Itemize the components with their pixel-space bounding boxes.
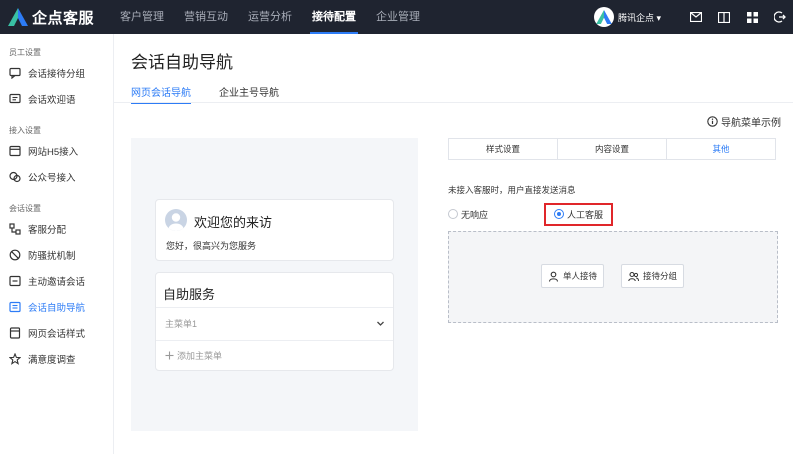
nav-customer-management[interactable]: 客户管理 (110, 0, 174, 34)
info-icon (707, 116, 718, 127)
logo-text: 企点客服 (32, 9, 95, 27)
sidebar-item-session-groups[interactable]: 会话接待分组 (0, 60, 113, 86)
survey-icon (9, 353, 21, 365)
settings-segmented-tabs: 样式设置 内容设置 其他 (448, 138, 776, 160)
radio-label: 人工客服 (567, 209, 604, 220)
sidebar-item-label: 会话接待分组 (28, 69, 86, 80)
sidebar-item-anti-harassment[interactable]: 防骚扰机制 (0, 242, 113, 268)
sidebar-item-label: 客服分配 (28, 225, 67, 236)
response-radio-group: 无响应 人工客服 (448, 202, 614, 226)
agent-avatar (165, 209, 187, 231)
tab-content-settings[interactable]: 内容设置 (558, 139, 667, 159)
unconnected-behavior-description: 未接入客服时，用户直接发送消息 (448, 185, 576, 195)
sidebar-item-label: 网页会话样式 (28, 329, 86, 340)
radio-label: 无响应 (461, 209, 489, 220)
sidebar-group-session: 会话设置 (9, 204, 41, 213)
welcome-icon (9, 93, 21, 105)
wechat-icon (9, 171, 21, 183)
navigation-preview-panel: 欢迎您的来访 您好，很高兴为您服务 自助服务 主菜单1 添加主菜单 (131, 138, 418, 431)
radio-no-response[interactable]: 无响应 (448, 208, 488, 221)
chevron-down-icon (377, 321, 384, 326)
user-icon (548, 271, 559, 282)
sidebar-item-satisfaction-survey[interactable]: 满意度调查 (0, 346, 113, 372)
single-agent-button[interactable]: 单人接待 (541, 264, 605, 288)
user-name[interactable]: 腾讯企点 ▾ (618, 11, 661, 24)
tab-style-settings[interactable]: 样式设置 (449, 139, 558, 159)
sidebar-item-label: 网站H5接入 (28, 147, 79, 158)
agent-group-button[interactable]: 接待分组 (621, 264, 685, 288)
tab-web-session-navigation[interactable]: 网页会话导航 (131, 84, 191, 104)
sidebar-item-label: 会话自助导航 (28, 303, 86, 314)
single-agent-label: 单人接待 (563, 271, 598, 281)
main-menu-item[interactable]: 主菜单1 (165, 317, 385, 333)
self-service-card: 自助服务 主菜单1 添加主菜单 (155, 272, 394, 371)
company-logo-icon (596, 10, 612, 24)
add-main-menu-label: 添加主菜单 (177, 351, 223, 361)
page-tabs: 网页会话导航 企业主号导航 (131, 84, 307, 104)
sidebar-group-staff: 员工设置 (9, 48, 41, 57)
divider (156, 340, 393, 341)
agent-target-area: 单人接待 接待分组 (448, 231, 778, 323)
sidebar-item-proactive-invite[interactable]: 主动邀请会话 (0, 268, 113, 294)
nav-reception-config[interactable]: 接待配置 (302, 0, 366, 34)
top-right-tools: 腾讯企点 ▾ (593, 0, 787, 34)
assign-icon (9, 223, 21, 235)
navigation-example-label: 导航菜单示例 (721, 118, 781, 129)
user-name-label: 腾讯企点 (617, 12, 654, 23)
radio-circle[interactable] (554, 209, 565, 219)
sidebar: 员工设置 会话接待分组 会话欢迎语 接入设置 网站H5接入 公众号接入 会话设置… (0, 34, 114, 454)
nav-operations-analysis[interactable]: 运营分析 (238, 0, 302, 34)
main-menu-label: 主菜单1 (165, 319, 198, 329)
top-navigation-bar: 企点客服 客户管理 营销互动 运营分析 接待配置 企业管理 腾讯企点 ▾ (0, 0, 793, 34)
navigation-example-link[interactable]: 导航菜单示例 (707, 114, 781, 129)
invite-icon (9, 275, 21, 287)
add-main-menu-button[interactable]: 添加主菜单 (165, 349, 222, 362)
sidebar-item-label: 公众号接入 (28, 173, 76, 184)
chat-group-icon (9, 67, 21, 79)
logout-icon[interactable] (773, 10, 787, 24)
avatar[interactable] (593, 7, 614, 27)
welcome-card: 欢迎您的来访 您好，很高兴为您服务 (155, 199, 394, 261)
self-service-title: 自助服务 (163, 287, 216, 302)
style-icon (9, 327, 21, 339)
user-group-icon (628, 271, 639, 281)
sidebar-item-agent-assignment[interactable]: 客服分配 (0, 216, 113, 242)
agent-group-label: 接待分组 (643, 271, 678, 281)
nav-marketing[interactable]: 营销互动 (174, 0, 238, 34)
sidebar-group-access: 接入设置 (9, 126, 41, 135)
sidebar-item-self-navigation[interactable]: 会话自助导航 (0, 294, 113, 320)
book-icon[interactable] (717, 10, 731, 24)
sidebar-item-web-session-style[interactable]: 网页会话样式 (0, 320, 113, 346)
sidebar-item-welcome-message[interactable]: 会话欢迎语 (0, 86, 113, 112)
tab-other-settings[interactable]: 其他 (667, 139, 775, 159)
page-title: 会话自助导航 (131, 53, 233, 72)
sidebar-item-official-account-access[interactable]: 公众号接入 (0, 164, 113, 190)
shield-icon (9, 249, 21, 261)
radio-circle[interactable] (448, 209, 458, 219)
radio-human-agent[interactable]: 人工客服 (544, 202, 614, 226)
tab-enterprise-account-navigation[interactable]: 企业主号导航 (219, 84, 279, 102)
welcome-subtitle: 您好，很高兴为您服务 (166, 241, 257, 251)
tabs-divider (114, 102, 793, 103)
logo-icon (8, 8, 28, 26)
main-nav: 客户管理 营销互动 运营分析 接待配置 企业管理 (110, 0, 430, 34)
welcome-title: 欢迎您的来访 (194, 215, 273, 230)
sidebar-item-label: 主动邀请会话 (28, 277, 86, 288)
sidebar-item-web-h5-access[interactable]: 网站H5接入 (0, 138, 113, 164)
web-icon (9, 145, 21, 157)
nav-enterprise-management[interactable]: 企业管理 (366, 0, 430, 34)
navigation-icon (9, 301, 21, 313)
apps-icon[interactable] (745, 10, 759, 24)
sidebar-item-label: 满意度调查 (28, 355, 76, 366)
plus-icon (165, 351, 174, 360)
sidebar-item-label: 会话欢迎语 (28, 95, 76, 106)
logo[interactable]: 企点客服 (8, 7, 94, 27)
sidebar-item-label: 防骚扰机制 (28, 251, 76, 262)
divider (156, 307, 393, 308)
mail-icon[interactable] (689, 10, 703, 24)
